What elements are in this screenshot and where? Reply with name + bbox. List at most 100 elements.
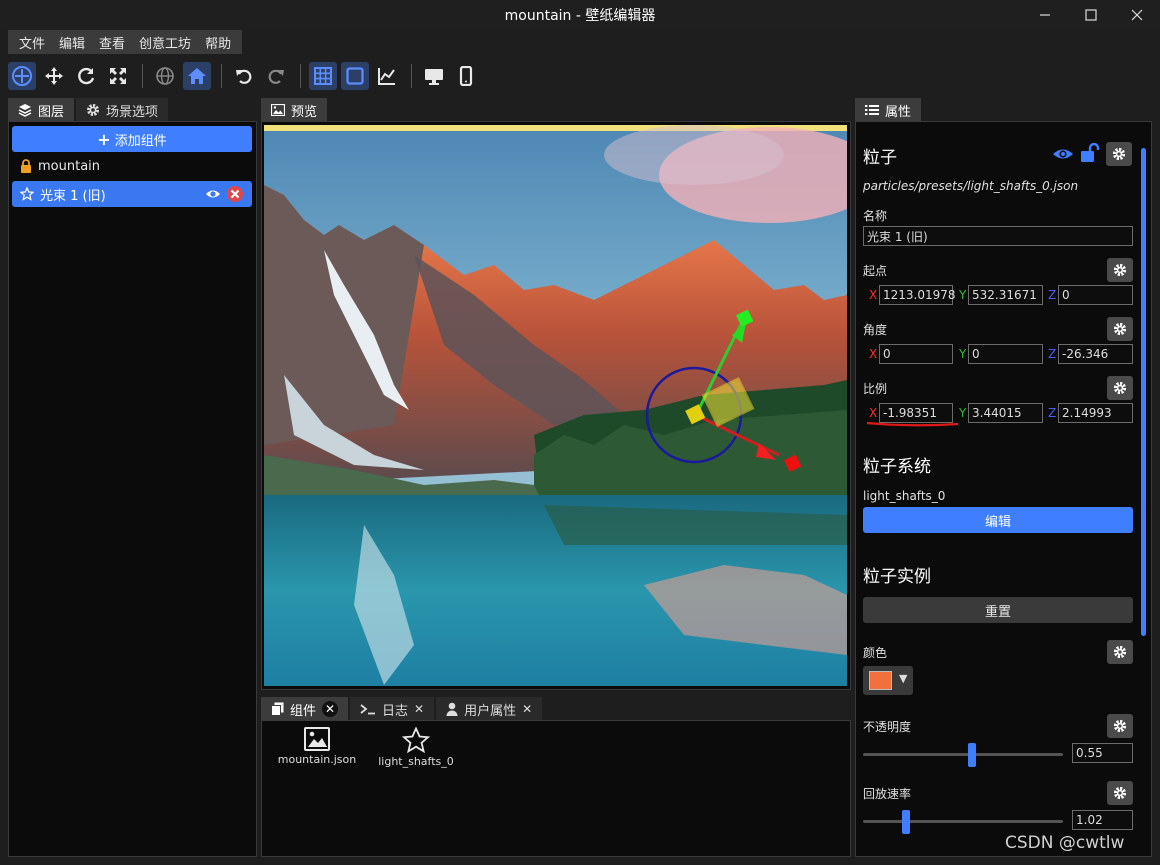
origin-x-field[interactable]: 1213.01978: [879, 285, 956, 305]
grid-icon[interactable]: [309, 62, 337, 90]
home-icon[interactable]: [183, 62, 211, 90]
scale-icon[interactable]: [104, 62, 132, 90]
menu-file[interactable]: 文件: [12, 33, 52, 52]
axis-z-label: Z: [1048, 406, 1057, 420]
color-label: 颜色: [863, 646, 888, 660]
redo-icon[interactable]: [262, 62, 290, 90]
minimize-button[interactable]: [1022, 0, 1068, 30]
add-component-label: 添加组件: [114, 133, 167, 149]
gizmo-combined-icon[interactable]: [8, 62, 36, 90]
origin-settings-button[interactable]: [1107, 258, 1133, 282]
tab-properties[interactable]: 属性: [855, 98, 922, 122]
eye-icon[interactable]: [205, 187, 221, 205]
layer-item-mountain[interactable]: mountain: [12, 153, 252, 179]
name-label: 名称: [863, 209, 888, 223]
menu-workshop[interactable]: 创意工坊: [132, 33, 198, 52]
gear-icon: [1112, 147, 1126, 161]
close-icon[interactable]: ✕: [522, 702, 532, 716]
toolbar-separator: [221, 64, 222, 88]
menu-edit[interactable]: 编辑: [52, 33, 92, 52]
delete-icon[interactable]: [226, 185, 244, 207]
origin-y-field[interactable]: 532.31671: [968, 285, 1043, 305]
tab-scene-options[interactable]: 场景选项: [76, 98, 169, 122]
name-field[interactable]: 光束 1 (旧): [863, 226, 1133, 246]
axis-x-label: X: [869, 406, 878, 420]
color-settings-button[interactable]: [1107, 640, 1133, 664]
title-bar: mountain - 壁纸编辑器: [0, 0, 1160, 30]
opacity-slider[interactable]: [863, 753, 1063, 756]
chevron-down-icon: ▼: [899, 672, 908, 685]
gear-icon: [1113, 719, 1127, 733]
asset-item[interactable]: mountain.json: [272, 727, 362, 766]
menu-view[interactable]: 查看: [92, 33, 132, 52]
left-panel-tabs: 图层 场景选项: [8, 96, 170, 122]
settings-button[interactable]: [1106, 142, 1132, 166]
edit-button[interactable]: 编辑: [863, 507, 1133, 533]
angle-settings-button[interactable]: [1107, 317, 1133, 341]
tab-user-properties[interactable]: 用户属性 ✕: [436, 697, 543, 721]
tab-log[interactable]: 日志 ✕: [350, 697, 435, 721]
angle-x-field[interactable]: 0: [879, 344, 953, 364]
tab-preview[interactable]: 预览: [261, 98, 328, 122]
globe-icon[interactable]: [151, 62, 179, 90]
angle-y-field[interactable]: 0: [968, 344, 1043, 364]
properties-tabs: 属性: [855, 96, 923, 122]
undo-icon[interactable]: [230, 62, 258, 90]
list-icon: [865, 105, 879, 115]
particle-path: particles/presets/light_shafts_0.json: [863, 179, 1079, 193]
tab-layers[interactable]: 图层: [8, 98, 75, 122]
scale-z-field[interactable]: 2.14993: [1058, 403, 1133, 423]
toolbar-separator: [300, 64, 301, 88]
tab-scene-options-label: 场景选项: [106, 104, 159, 120]
plus-icon: +: [97, 129, 111, 149]
properties-scrollbar[interactable]: [1141, 148, 1146, 636]
close-button[interactable]: [1114, 0, 1160, 30]
layer-item-light-shafts[interactable]: 光束 1 (旧): [12, 181, 252, 207]
layers-icon: [18, 104, 32, 117]
axis-z-label: Z: [1048, 347, 1057, 361]
tab-preview-label: 预览: [291, 104, 318, 120]
preview-canvas[interactable]: [264, 125, 847, 686]
color-picker[interactable]: ▼: [863, 666, 913, 695]
terminal-icon: [360, 704, 376, 715]
move-icon[interactable]: [40, 62, 68, 90]
opacity-label: 不透明度: [863, 720, 912, 734]
color-swatch: [869, 671, 892, 690]
opacity-settings-button[interactable]: [1107, 714, 1133, 738]
axis-y-label: Y: [959, 288, 967, 302]
close-icon[interactable]: ✕: [414, 702, 424, 716]
opacity-slider-thumb[interactable]: [968, 743, 976, 767]
scale-y-field[interactable]: 3.44015: [968, 403, 1043, 423]
user-icon: [446, 702, 458, 716]
eye-icon[interactable]: [1052, 145, 1074, 167]
scale-settings-button[interactable]: [1107, 376, 1133, 400]
close-icon[interactable]: ✕: [322, 701, 339, 717]
opacity-field[interactable]: 0.55: [1072, 743, 1133, 763]
menu-help[interactable]: 帮助: [198, 33, 238, 52]
particle-instance-heading: 粒子实例: [863, 567, 931, 587]
asset-item[interactable]: light_shafts_0: [371, 727, 461, 768]
reset-button[interactable]: 重置: [863, 597, 1133, 623]
add-component-button[interactable]: + 添加组件: [12, 126, 252, 152]
angle-z-field[interactable]: -26.346: [1058, 344, 1133, 364]
axis-z-label: Z: [1048, 288, 1057, 302]
maximize-button[interactable]: [1068, 0, 1114, 30]
bounds-icon[interactable]: [341, 62, 369, 90]
mountain-lake-image: [264, 125, 847, 686]
axis-y-label: Y: [959, 347, 967, 361]
tab-components[interactable]: 组件 ✕: [261, 697, 349, 721]
gear-icon: [1113, 263, 1127, 277]
playback-slider-thumb[interactable]: [902, 810, 910, 834]
playback-field[interactable]: 1.02: [1072, 810, 1133, 830]
toolbar-separator: [142, 64, 143, 88]
chart-icon[interactable]: [373, 62, 401, 90]
playback-settings-button[interactable]: [1107, 781, 1133, 805]
origin-z-field[interactable]: 0: [1058, 285, 1133, 305]
unlock-icon[interactable]: [1080, 142, 1100, 167]
rotate-icon[interactable]: [72, 62, 100, 90]
desktop-icon[interactable]: [420, 62, 448, 90]
copy-icon: [271, 702, 284, 716]
playback-slider[interactable]: [863, 820, 1063, 823]
mobile-icon[interactable]: [452, 62, 480, 90]
tab-properties-label: 属性: [885, 104, 912, 120]
